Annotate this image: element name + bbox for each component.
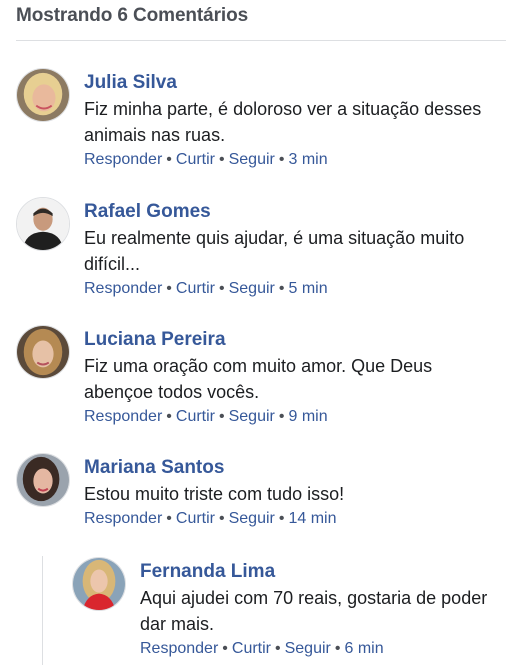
- comment-actions: Responder • Curtir • Seguir • 6 min: [140, 640, 384, 657]
- avatar-photo-icon: [73, 558, 125, 610]
- reply-link[interactable]: Responder: [84, 280, 162, 297]
- follow-link[interactable]: Seguir: [285, 640, 331, 657]
- comment-author-link[interactable]: Luciana Pereira: [84, 328, 506, 352]
- comment-time[interactable]: 14 min: [288, 510, 336, 527]
- comment-author-link[interactable]: Rafael Gomes: [84, 200, 506, 224]
- like-link[interactable]: Curtir: [176, 280, 215, 297]
- like-link[interactable]: Curtir: [176, 151, 215, 168]
- comment-author-link[interactable]: Mariana Santos: [84, 456, 506, 480]
- comment-text: Fiz uma oração com muito amor. Que Deus …: [84, 356, 433, 402]
- comment-text: Fiz minha parte, é doloroso ver a situaç…: [84, 99, 482, 145]
- reply-link[interactable]: Responder: [84, 151, 162, 168]
- header-divider: [16, 40, 506, 41]
- like-link[interactable]: Curtir: [176, 510, 215, 527]
- reply-link[interactable]: Responder: [84, 510, 162, 527]
- like-link[interactable]: Curtir: [176, 408, 215, 425]
- avatar-photo-icon: [17, 326, 69, 378]
- reply-link[interactable]: Responder: [140, 640, 218, 657]
- comment-actions: Responder • Curtir • Seguir • 5 min: [84, 280, 328, 297]
- like-link[interactable]: Curtir: [232, 640, 271, 657]
- comment-time[interactable]: 9 min: [288, 408, 327, 425]
- avatar[interactable]: [16, 197, 70, 251]
- comment-actions: Responder • Curtir • Seguir • 9 min: [84, 408, 328, 425]
- comment-text: Aqui ajudei com 70 reais, gostaria de po…: [140, 588, 488, 634]
- comment-time[interactable]: 6 min: [344, 640, 383, 657]
- comments-count-heading: Mostrando 6 Comentários: [16, 5, 249, 26]
- avatar[interactable]: [72, 557, 126, 611]
- comment-author-link[interactable]: Fernanda Lima: [140, 560, 506, 584]
- avatar-photo-icon: [17, 69, 69, 121]
- follow-link[interactable]: Seguir: [229, 510, 275, 527]
- avatar[interactable]: [16, 68, 70, 122]
- avatar[interactable]: [16, 325, 70, 379]
- avatar-photo-icon: [17, 198, 69, 250]
- reply-link[interactable]: Responder: [84, 408, 162, 425]
- avatar[interactable]: [16, 453, 70, 507]
- follow-link[interactable]: Seguir: [229, 151, 275, 168]
- reply-thread-line: [42, 556, 43, 665]
- avatar-photo-icon: [17, 454, 69, 506]
- comment-time[interactable]: 5 min: [288, 280, 327, 297]
- comment-author-link[interactable]: Julia Silva: [84, 71, 506, 95]
- follow-link[interactable]: Seguir: [229, 408, 275, 425]
- comment-text: Estou muito triste com tudo isso!: [84, 484, 345, 504]
- comment-text: Eu realmente quis ajudar, é uma situação…: [84, 228, 465, 274]
- comment-actions: Responder • Curtir • Seguir • 3 min: [84, 151, 328, 168]
- comments-panel: Mostrando 6 Comentários Julia Silva Fiz …: [0, 0, 522, 665]
- comment-actions: Responder • Curtir • Seguir • 14 min: [84, 510, 337, 527]
- follow-link[interactable]: Seguir: [229, 280, 275, 297]
- comment-time[interactable]: 3 min: [288, 151, 327, 168]
